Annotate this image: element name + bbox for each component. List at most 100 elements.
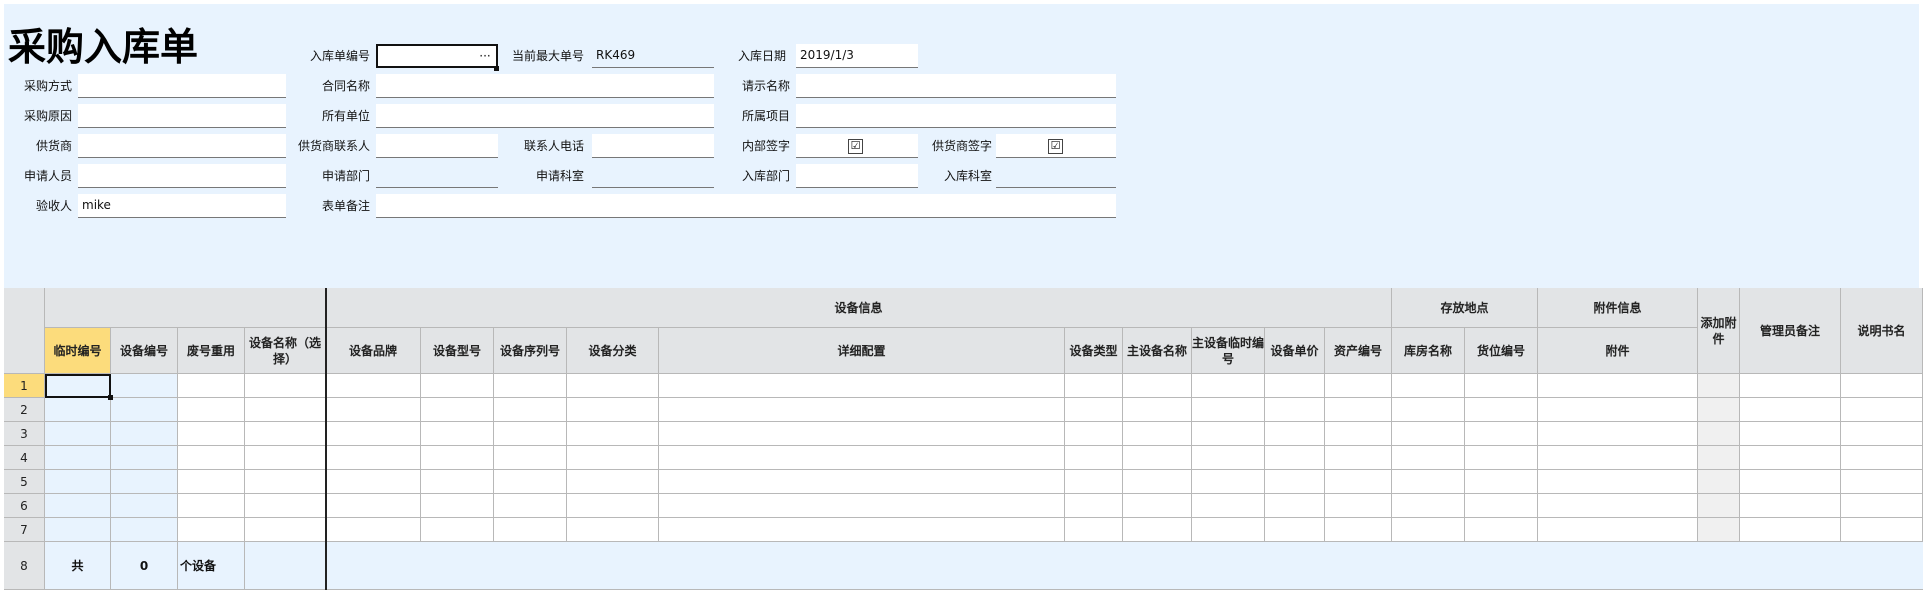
grid-cell[interactable] [1740,398,1841,422]
grid-cell[interactable] [1698,398,1740,422]
grid-cell[interactable] [1392,518,1465,542]
grid-cell[interactable] [494,494,567,518]
grid-cell[interactable] [1325,374,1392,398]
contract-name-field[interactable] [376,74,714,98]
grid-cell[interactable] [1325,446,1392,470]
grid-cell[interactable] [1740,470,1841,494]
grid-cell[interactable] [1392,374,1465,398]
grid-cell[interactable] [326,446,421,470]
grid-cell[interactable] [1065,446,1123,470]
grid-cell[interactable] [1325,398,1392,422]
grid-cell[interactable] [245,470,326,494]
grid-cell[interactable] [1698,494,1740,518]
grid-cell[interactable] [111,422,178,446]
grid-cell[interactable] [1123,470,1192,494]
remark-field[interactable] [376,194,1116,218]
grid-cell[interactable] [111,470,178,494]
supplier-contact-field[interactable] [376,134,498,158]
ellipsis-picker-icon[interactable]: ··· [476,47,494,66]
apply-dept-field[interactable] [376,164,498,188]
grid-cell[interactable] [1465,494,1538,518]
grid-cell[interactable] [1123,518,1192,542]
grid-cell[interactable] [1265,470,1325,494]
column-header-warehouse[interactable]: 库房名称 [1392,328,1465,374]
grid-cell[interactable] [1123,494,1192,518]
grid-cell[interactable] [1841,518,1923,542]
grid-cell[interactable] [111,398,178,422]
grid-cell[interactable] [421,374,494,398]
grid-cell[interactable] [1538,470,1698,494]
grid-cell[interactable] [567,446,659,470]
receiver-field[interactable]: mike [78,194,286,218]
grid-cell[interactable] [567,494,659,518]
grid-cell[interactable] [111,494,178,518]
column-header-detail[interactable]: 详细配置 [659,328,1065,374]
grid-cell[interactable] [567,470,659,494]
column-header-reuse[interactable]: 废号重用 [178,328,245,374]
purchase-reason-field[interactable] [78,104,286,128]
grid-cell[interactable] [1841,422,1923,446]
cell-fill-handle[interactable] [494,66,499,71]
grid-cell[interactable] [1192,518,1265,542]
grid-cell[interactable] [1325,518,1392,542]
column-header-unit-price[interactable]: 设备单价 [1265,328,1325,374]
grid-cell[interactable] [1065,518,1123,542]
purchase-method-field[interactable] [78,74,286,98]
column-header-serial[interactable]: 设备序列号 [494,328,567,374]
grid-cell[interactable] [1465,518,1538,542]
grid-cell[interactable] [1123,422,1192,446]
grid-cell[interactable] [421,398,494,422]
grid-cell[interactable] [45,494,111,518]
grid-cell[interactable] [1740,494,1841,518]
row-header[interactable]: 1 [4,374,45,398]
row-header[interactable]: 5 [4,470,45,494]
column-header-attachment[interactable]: 附件 [1538,328,1698,374]
grid-cell[interactable] [1265,446,1325,470]
grid-cell[interactable] [245,446,326,470]
grid-cell[interactable] [659,422,1065,446]
grid-cell[interactable] [1192,398,1265,422]
grid-cell[interactable] [1265,494,1325,518]
grid-cell[interactable] [1740,422,1841,446]
grid-cell[interactable] [178,422,245,446]
grid-cell[interactable] [659,398,1065,422]
column-header-main-name[interactable]: 主设备名称 [1123,328,1192,374]
grid-cell[interactable] [111,374,178,398]
row-header[interactable]: 3 [4,422,45,446]
column-header-device-name[interactable]: 设备名称（选择） [245,328,326,374]
apply-section-field[interactable] [592,164,714,188]
grid-cell[interactable] [1740,446,1841,470]
row-header[interactable]: 6 [4,494,45,518]
grid-cell[interactable] [1325,422,1392,446]
grid-cell[interactable] [567,518,659,542]
column-header-main-temp-no[interactable]: 主设备临时编号 [1192,328,1265,374]
grid-cell[interactable] [421,422,494,446]
grid-cell[interactable] [1465,422,1538,446]
grid-cell[interactable] [494,398,567,422]
grid-cell[interactable] [1465,470,1538,494]
entry-no-field[interactable]: ··· [376,44,498,68]
grid-cell[interactable] [326,422,421,446]
grid-cell[interactable] [45,398,111,422]
grid-cell[interactable] [1325,494,1392,518]
grid-cell[interactable] [494,374,567,398]
grid-cell[interactable] [421,470,494,494]
request-name-field[interactable] [796,74,1116,98]
column-header-model[interactable]: 设备型号 [421,328,494,374]
entry-section-field[interactable] [996,164,1116,188]
grid-cell[interactable] [245,494,326,518]
grid-cell[interactable] [1698,446,1740,470]
project-field[interactable] [796,104,1116,128]
grid-cell[interactable] [178,518,245,542]
grid-cell[interactable] [494,446,567,470]
column-header-brand[interactable]: 设备品牌 [326,328,421,374]
grid-cell[interactable] [1465,446,1538,470]
grid-cell[interactable] [1538,446,1698,470]
grid-cell[interactable] [659,494,1065,518]
grid-cell[interactable] [1538,398,1698,422]
grid-cell[interactable] [1465,374,1538,398]
grid-cell[interactable] [1065,494,1123,518]
grid-cell[interactable] [1192,470,1265,494]
supplier-field[interactable] [78,134,286,158]
grid-cell[interactable] [1192,374,1265,398]
